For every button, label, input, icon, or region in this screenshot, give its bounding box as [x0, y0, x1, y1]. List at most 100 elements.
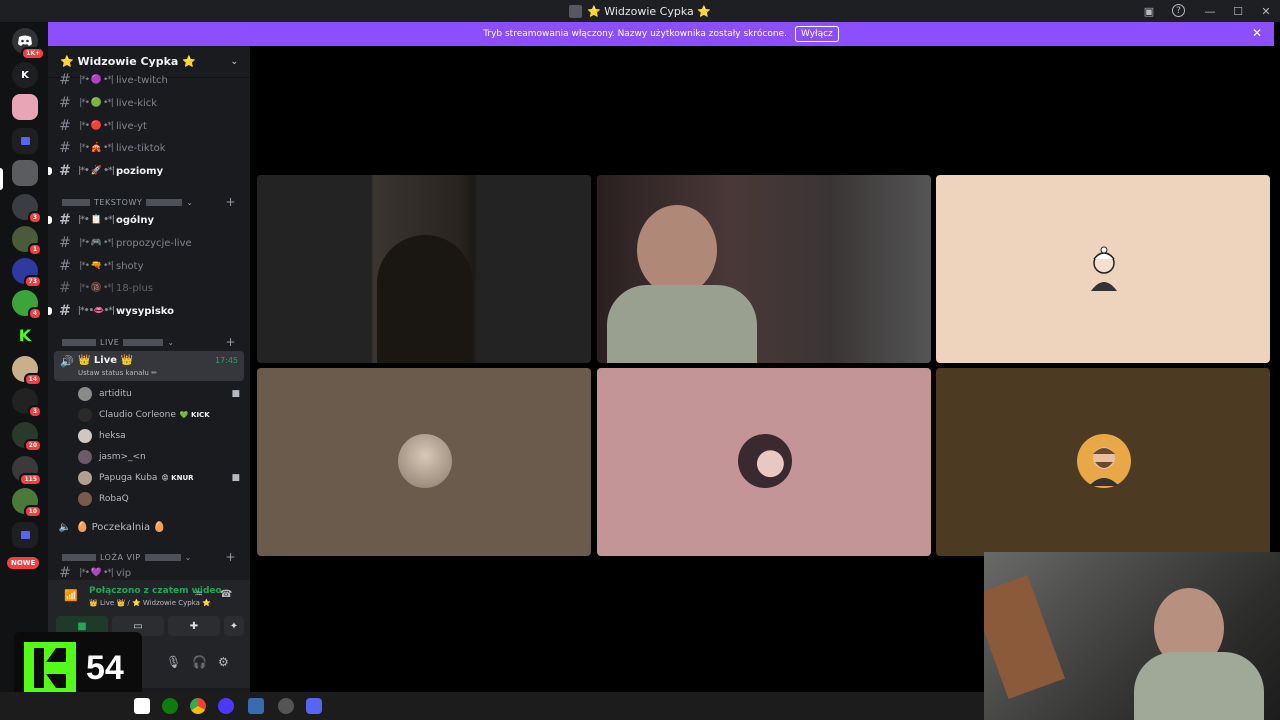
banner-text: Tryb streamowania włączony. Nazwy użytko… — [483, 29, 787, 39]
video-tile-6[interactable] — [936, 368, 1270, 556]
channel-poziomy[interactable]: # |*• 🚀 •*| poziomy — [48, 161, 244, 181]
channel-18-plus[interactable]: # |*• 🔞 •*| 18-plus — [54, 278, 244, 298]
chrome-icon[interactable] — [190, 698, 206, 714]
microphone-icon[interactable]: 🎙 — [166, 655, 181, 669]
speaker-icon: 🔈 — [58, 521, 72, 533]
server-icon-5[interactable]: 4 — [12, 290, 42, 320]
set-channel-status[interactable]: Ustaw status kanału ✏ — [78, 369, 157, 377]
discord-icon[interactable] — [306, 698, 322, 714]
category-text[interactable]: TEKSTOWY ⌄ + — [58, 195, 244, 209]
add-channel-icon[interactable]: + — [225, 550, 236, 564]
app-icon[interactable] — [248, 698, 264, 714]
channel-live-tiktok[interactable]: # |*• 🎪 •*| live-tiktok — [54, 138, 244, 158]
voice-user[interactable]: Claudio Corleone 💚 KICK — [78, 405, 244, 425]
category-live[interactable]: LIVE ⌄ + — [58, 335, 244, 349]
server-icon-11[interactable]: 10 — [12, 488, 42, 518]
headphones-icon[interactable]: 🎧 — [192, 655, 207, 669]
close-window-button[interactable]: ✕ — [1252, 0, 1280, 22]
hash-icon: # — [59, 303, 71, 319]
channel-propozycje-live[interactable]: # |*• 🎮 •*| propozycje-live — [54, 233, 244, 253]
video-tile-4[interactable] — [257, 368, 591, 556]
disconnect-icon[interactable]: ☎ — [220, 589, 232, 600]
voice-user[interactable]: heksa — [78, 426, 244, 446]
avatar — [78, 429, 92, 443]
home-badge: 1K+ — [21, 47, 45, 60]
channel-live-kick[interactable]: # |*• 🟢 •*| live-kick — [54, 93, 244, 113]
settings-gear-icon[interactable]: ⚙ — [218, 655, 229, 669]
video-tile-2[interactable] — [597, 175, 931, 363]
xbox-icon[interactable] — [162, 698, 178, 714]
server-rail: 1K+ K 3 1 73 4 K 14 3 20 115 10 NOWE — [0, 22, 48, 692]
chevron-down-icon: ⌄ — [167, 337, 175, 347]
server-icon-3[interactable]: 1 — [12, 226, 42, 256]
server-widzowie-cypka-icon[interactable] — [12, 160, 38, 186]
hash-icon: # — [59, 140, 71, 156]
avatar — [78, 387, 92, 401]
channel-vip[interactable]: # |*• 💜 •*| vip — [54, 566, 244, 580]
file-explorer-icon[interactable] — [134, 698, 150, 714]
title-bar: ⭐ Widzowie Cypka ⭐ ▣ ? — ☐ ✕ — [0, 0, 1280, 22]
help-icon[interactable]: ? — [1172, 4, 1185, 17]
channel-live-twitch[interactable]: # |*• 🟣 •*| live-twitch — [54, 70, 244, 90]
server-name: ⭐ Widzowie Cypka ⭐ — [60, 55, 196, 68]
voice-channel-live[interactable]: 🔊 👑 Live 👑 17:45 Ustaw status kanału ✏ — [54, 351, 244, 381]
voice-timer: 17:45 — [214, 356, 238, 365]
server-anime-icon[interactable] — [12, 94, 38, 120]
channel-ogolny[interactable]: # |*• 📋 •*| ogólny — [48, 210, 244, 230]
channel-live-yt[interactable]: # |*• 🔴 •*| live-yt — [54, 116, 244, 136]
soundboard-button[interactable]: ✦ — [224, 616, 244, 636]
voice-user[interactable]: artiditu ■ — [78, 384, 244, 404]
inbox-icon[interactable]: ▣ — [1141, 3, 1157, 19]
avatar — [78, 408, 92, 422]
video-tile-3[interactable] — [936, 175, 1270, 363]
add-channel-icon[interactable]: + — [225, 335, 236, 349]
disable-streamer-mode-button[interactable]: Wyłącz — [794, 26, 839, 42]
minimize-button[interactable]: — — [1196, 0, 1224, 22]
new-servers-badge[interactable]: NOWE — [7, 557, 40, 569]
channel-shoty[interactable]: # |*• 🔫 •*| shoty — [54, 256, 244, 276]
hash-icon: # — [59, 258, 71, 274]
taskbar — [0, 692, 984, 720]
noise-suppression-icon[interactable]: ♒ — [194, 589, 203, 600]
add-channel-icon[interactable]: + — [225, 195, 236, 209]
kick-logo-icon — [24, 642, 76, 694]
hash-icon: # — [59, 280, 71, 296]
server-icon-10[interactable]: 115 — [12, 456, 42, 486]
server-icon-9[interactable]: 20 — [12, 422, 42, 452]
direct-messages-icon[interactable]: 1K+ — [12, 28, 45, 60]
voice-user[interactable]: Papuga Kuba 😡 KNUR ■ — [78, 468, 244, 488]
voice-user[interactable]: jasm>_<n — [78, 447, 244, 467]
video-tile-1[interactable] — [257, 175, 591, 363]
signal-icon[interactable]: 📶 — [64, 589, 78, 602]
voice-connection-panel: 📶 Połączono z czatem wideo 👑 Live 👑 / ⭐ … — [48, 580, 250, 640]
hash-icon: # — [59, 95, 71, 111]
voice-user[interactable]: RobaQ — [78, 489, 244, 509]
streamer-webcam — [984, 552, 1280, 720]
server-thumbnail-icon — [569, 4, 582, 18]
kick-server-icon[interactable]: K — [12, 322, 38, 348]
chevron-down-icon: ⌄ — [186, 197, 194, 207]
channel-wysypisko[interactable]: # |*••👄•*| wysypisko — [48, 301, 244, 321]
category-vip[interactable]: LOŻA VIP ⌄ + — [58, 550, 244, 564]
connection-location[interactable]: 👑 Live 👑 / ⭐ Widzowie Cypka ⭐ — [89, 599, 211, 607]
close-banner-icon[interactable]: ✕ — [1252, 26, 1262, 40]
server-icon-4[interactable]: 73 — [12, 258, 42, 288]
server-icon-2[interactable]: 3 — [12, 194, 42, 224]
voice-channel-poczekalnia[interactable]: 🔈 🥚 Poczekalnia 🥚 — [54, 517, 244, 537]
avatar — [398, 434, 452, 488]
server-folder-icon[interactable] — [12, 128, 38, 154]
chevron-down-icon: ⌄ — [184, 552, 192, 562]
maximize-button[interactable]: ☐ — [1224, 0, 1252, 22]
server-icon-8[interactable]: 3 — [12, 388, 42, 418]
avatar — [78, 450, 92, 464]
activities-button[interactable]: ✚ — [168, 616, 220, 636]
obs-icon[interactable] — [278, 698, 294, 714]
server-folder-icon-2[interactable] — [12, 522, 38, 548]
cortana-icon[interactable] — [218, 698, 234, 714]
hash-icon: # — [59, 212, 71, 228]
server-k-icon[interactable]: K — [12, 62, 38, 88]
video-tile-5[interactable] — [597, 368, 931, 556]
hash-icon: # — [59, 566, 71, 580]
camera-icon: ■ — [231, 473, 240, 483]
server-icon-7[interactable]: 14 — [12, 356, 42, 386]
